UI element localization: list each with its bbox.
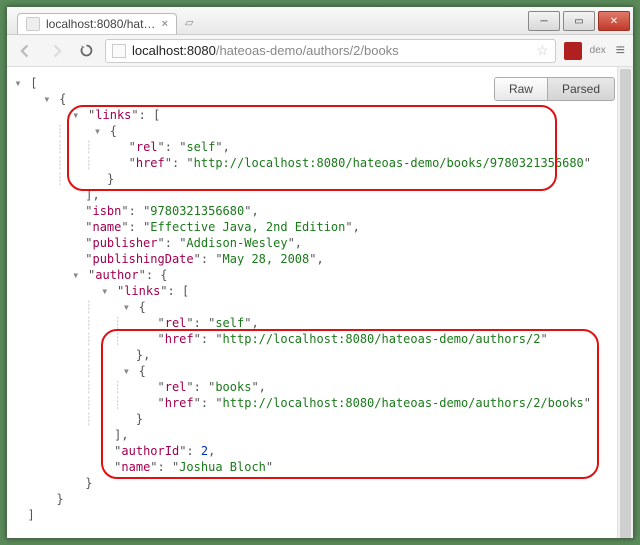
- json-line: ▾ "author": {: [13, 267, 625, 283]
- reload-button[interactable]: [75, 40, 97, 62]
- json-line: "name": "Effective Java, 2nd Edition",: [13, 219, 625, 235]
- new-tab-button[interactable]: ▱: [185, 16, 193, 29]
- json-line: ▾ "links": [: [13, 107, 625, 123]
- view-mode-toggle: Raw Parsed: [494, 77, 615, 101]
- url-text: localhost:8080/hateoas-demo/authors/2/bo…: [132, 43, 530, 58]
- parsed-view-button[interactable]: Parsed: [547, 78, 614, 100]
- minimize-button[interactable]: ─: [528, 11, 560, 31]
- tab-title: localhost:8080/hateoas-de: [46, 17, 156, 31]
- collapse-toggle-icon[interactable]: ▾: [71, 267, 81, 283]
- browser-window: localhost:8080/hateoas-de × ▱ ─ ▭ ✕ loca…: [6, 6, 634, 539]
- json-line: "publisher": "Addison-Wesley",: [13, 235, 625, 251]
- reload-icon: [79, 43, 94, 58]
- favicon-icon: [26, 17, 40, 31]
- back-button[interactable]: [15, 40, 37, 62]
- menu-icon[interactable]: ≡: [616, 42, 625, 60]
- json-line: ▾ "links": [: [13, 283, 625, 299]
- collapse-toggle-icon[interactable]: ▾: [71, 107, 81, 123]
- json-line: }: [13, 491, 625, 507]
- tab-close-icon[interactable]: ×: [162, 18, 168, 30]
- json-line: ┊ ┊ "href": "http://localhost:8080/hateo…: [13, 155, 625, 171]
- json-line: "authorId": 2,: [13, 443, 625, 459]
- maximize-button[interactable]: ▭: [563, 11, 595, 31]
- arrow-left-icon: [19, 44, 33, 58]
- json-line: }: [13, 475, 625, 491]
- collapse-toggle-icon[interactable]: ▾: [121, 299, 131, 315]
- json-line: "isbn": "9780321356680",: [13, 203, 625, 219]
- browser-tab[interactable]: localhost:8080/hateoas-de ×: [17, 13, 177, 34]
- json-line: ┊ ▾ {: [13, 363, 625, 379]
- page-icon: [112, 44, 126, 58]
- scrollbar-thumb[interactable]: [620, 69, 631, 538]
- json-line: ┊ }: [13, 411, 625, 427]
- collapse-toggle-icon[interactable]: ▾: [93, 123, 103, 139]
- titlebar: localhost:8080/hateoas-de × ▱ ─ ▭ ✕: [7, 7, 633, 35]
- json-line: ┊ ┊ "href": "http://localhost:8080/hateo…: [13, 395, 625, 411]
- json-line: ],: [13, 187, 625, 203]
- scrollbar[interactable]: [617, 67, 633, 538]
- json-line: ]: [13, 507, 625, 523]
- url-host: localhost:8080: [132, 43, 216, 58]
- url-path: /hateoas-demo/authors/2/books: [216, 43, 399, 58]
- arrow-right-icon: [49, 44, 63, 58]
- json-viewer: Raw Parsed ▾ [ ▾ { ▾ "links": [ ┊ ▾ { ┊ …: [7, 67, 633, 538]
- json-line: ┊ ┊ "rel": "books",: [13, 379, 625, 395]
- extension-icon-2[interactable]: dex: [590, 44, 608, 58]
- window-controls: ─ ▭ ✕: [528, 7, 633, 34]
- collapse-toggle-icon[interactable]: ▾: [13, 75, 23, 91]
- json-line: ],: [13, 427, 625, 443]
- collapse-toggle-icon[interactable]: ▾: [121, 363, 131, 379]
- json-line: ┊ ▾ {: [13, 123, 625, 139]
- toolbar: localhost:8080/hateoas-demo/authors/2/bo…: [7, 35, 633, 67]
- bookmark-star-icon[interactable]: ☆: [536, 42, 549, 59]
- collapse-toggle-icon[interactable]: ▾: [42, 91, 52, 107]
- json-line: "name": "Joshua Bloch": [13, 459, 625, 475]
- close-window-button[interactable]: ✕: [598, 11, 630, 31]
- json-line: ┊ ┊ "rel": "self",: [13, 315, 625, 331]
- raw-view-button[interactable]: Raw: [495, 78, 547, 100]
- json-line: ┊ ┊ "href": "http://localhost:8080/hateo…: [13, 331, 625, 347]
- json-line: "publishingDate": "May 28, 2008",: [13, 251, 625, 267]
- forward-button[interactable]: [45, 40, 67, 62]
- json-line: ┊ ▾ {: [13, 299, 625, 315]
- json-line: ┊ },: [13, 347, 625, 363]
- address-bar[interactable]: localhost:8080/hateoas-demo/authors/2/bo…: [105, 39, 556, 63]
- tab-strip: localhost:8080/hateoas-de × ▱: [7, 7, 193, 34]
- json-line: ┊ ┊ "rel": "self",: [13, 139, 625, 155]
- extension-icon-1[interactable]: [564, 42, 582, 60]
- json-line: ┊ }: [13, 171, 625, 187]
- collapse-toggle-icon[interactable]: ▾: [100, 283, 110, 299]
